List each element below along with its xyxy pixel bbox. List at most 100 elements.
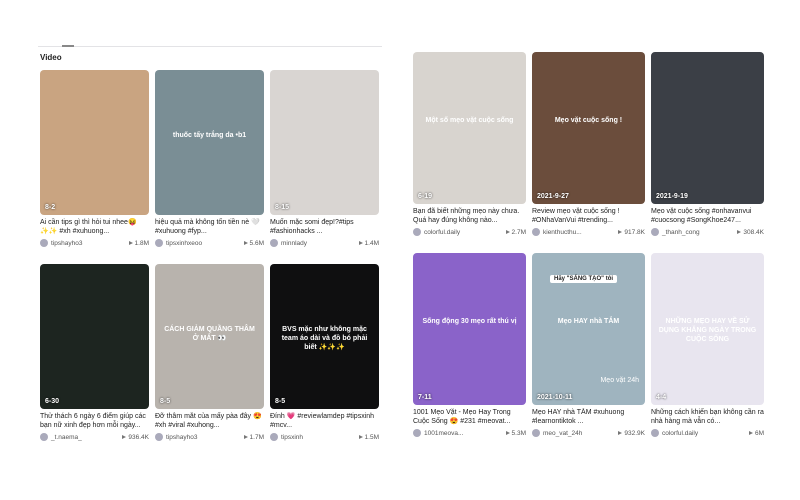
video-thumbnail[interactable]: Mẹo vặt cuộc sống ! 2021-9-27 (532, 52, 645, 204)
avatar[interactable] (651, 429, 659, 437)
video-meta: tipshayho3 1.7M (155, 433, 264, 441)
video-card[interactable]: Mẹo HAY nhà TẮM Hãy "SÁNG TẠO" tôi Mẹo vặt… (532, 253, 645, 449)
thumbnail-text: Một số mẹo vặt cuộc sống (425, 116, 514, 124)
video-thumbnail[interactable]: CÁCH GIẢM QUẦNG THÂM Ở MẮT 👀 8-5 (155, 264, 264, 409)
view-count-value: 1.8M (134, 239, 149, 247)
video-meta: colorful.daily 6M (651, 429, 764, 437)
video-date-label: 8-5 (160, 398, 171, 405)
username[interactable]: tipshayho3 (166, 434, 197, 441)
author[interactable]: tipshayho3 (40, 239, 82, 247)
username[interactable]: tipsxinh (281, 434, 303, 441)
video-caption[interactable]: Ai cần tips gì thì hỏi tui nhee😝 ✨✨ #xh … (40, 218, 149, 236)
username[interactable]: _t.naema_ (51, 434, 82, 441)
avatar[interactable] (532, 228, 540, 236)
video-card[interactable]: CÁCH GIẢM QUẦNG THÂM Ở MẮT 👀 8-5 Đỡ thâm m… (155, 264, 264, 452)
thumbnail-text: thuốc tẩy trắng da •b1 (172, 131, 247, 139)
video-grid: 8-2 Ai cần tips gì thì hỏi tui nhee😝 ✨✨ #… (40, 70, 379, 452)
author[interactable]: meo_vat_24h (532, 429, 582, 437)
video-meta: 1001meova... 5.3M (413, 429, 526, 437)
play-icon (505, 431, 510, 435)
thumbnail-text: Mẹo vặt cuộc sống ! (554, 116, 623, 124)
thumbnail-text: NHỮNG MẸO HAY VỀ SỬ DỤNG KHĂNG NGÀY TRON… (658, 317, 757, 344)
video-thumbnail[interactable]: 8-2 (40, 70, 149, 215)
author[interactable]: kienthucthu... (532, 228, 582, 236)
view-count-value: 936.4K (128, 433, 149, 441)
video-date-label: 2021-9-27 (537, 193, 569, 200)
avatar[interactable] (532, 429, 540, 437)
author[interactable]: tipshayho3 (155, 433, 197, 441)
play-icon (358, 435, 363, 439)
video-card[interactable]: 8-15 Muốn mặc somi đẹp!?#tips #fashionhac… (270, 70, 379, 258)
video-card[interactable]: 2021-9-19 Mẹo vặt cuộc sống #onhavanvui #… (651, 52, 764, 248)
view-count: 917.8K (618, 229, 645, 236)
tab-divider (38, 46, 382, 47)
video-card[interactable]: NHỮNG MẸO HAY VỀ SỬ DỤNG KHĂNG NGÀY TRON… (651, 253, 764, 449)
avatar[interactable] (413, 228, 421, 236)
video-thumbnail[interactable]: 2021-9-19 (651, 52, 764, 204)
video-caption[interactable]: Mẹo HAY nhà TẮM #xuhuong #learnontiktok … (532, 408, 645, 426)
video-thumbnail[interactable]: Mẹo HAY nhà TẮM Hãy "SÁNG TẠO" tôi Mẹo vặt… (532, 253, 645, 405)
avatar[interactable] (651, 228, 659, 236)
video-card[interactable]: thuốc tẩy trắng da •b1 hiệu quả mà không … (155, 70, 264, 258)
author[interactable]: tipsxinhxeoo (155, 239, 202, 247)
video-date-label: 6-19 (418, 193, 433, 200)
avatar[interactable] (40, 433, 48, 441)
view-count: 6M (748, 430, 764, 437)
username[interactable]: meo_vat_24h (543, 430, 582, 437)
username[interactable]: tipshayho3 (51, 240, 82, 247)
video-thumbnail[interactable]: 6-30 (40, 264, 149, 409)
view-count-value: 5.3M (511, 429, 526, 437)
view-count: 936.4K (122, 434, 149, 441)
video-thumbnail[interactable]: BVS mặc như không mặc team áo dài và đồ … (270, 264, 379, 409)
video-caption[interactable]: Thử thách 6 ngày 6 điểm giúp các bạn nữ … (40, 412, 149, 430)
author[interactable]: minnlady (270, 239, 307, 247)
avatar[interactable] (155, 433, 163, 441)
play-icon (748, 431, 753, 435)
video-thumbnail[interactable]: Một số mẹo vặt cuộc sống 6-19 (413, 52, 526, 204)
username[interactable]: colorful.daily (424, 229, 460, 236)
video-caption[interactable]: Muốn mặc somi đẹp!?#tips #fashionhacks .… (270, 218, 379, 236)
username[interactable]: tipsxinhxeoo (166, 240, 202, 247)
video-caption[interactable]: Những cách khiến bạn không cần ra nhà hà… (651, 408, 764, 426)
author[interactable]: colorful.daily (413, 228, 460, 236)
username[interactable]: minnlady (281, 240, 307, 247)
video-card[interactable]: Mẹo vặt cuộc sống ! 2021-9-27 Review mẹo v… (532, 52, 645, 248)
username[interactable]: _thanh_cong (662, 229, 700, 236)
video-caption[interactable]: 1001 Mẹo Vặt - Mẹo Hay Trong Cuộc Sống 😍… (413, 408, 526, 426)
author[interactable]: colorful.daily (651, 429, 698, 437)
username[interactable]: colorful.daily (662, 430, 698, 437)
video-card[interactable]: Sống động 30 mẹo rất thú vị 7-11 1001 Mẹo … (413, 253, 526, 449)
avatar[interactable] (413, 429, 421, 437)
video-card[interactable]: Một số mẹo vặt cuộc sống 6-19 Bạn đã biết … (413, 52, 526, 248)
username[interactable]: kienthucthu... (543, 229, 582, 236)
avatar[interactable] (40, 239, 48, 247)
play-icon (618, 230, 623, 234)
video-caption[interactable]: Bạn đã biết những mẹo này chưa. Quá hay … (413, 207, 526, 225)
avatar[interactable] (270, 433, 278, 441)
play-icon (243, 435, 248, 439)
video-thumbnail[interactable]: 8-15 (270, 70, 379, 215)
video-card[interactable]: BVS mặc như không mặc team áo dài và đồ … (270, 264, 379, 452)
play-icon (128, 241, 133, 245)
video-meta: _t.naema_ 936.4K (40, 433, 149, 441)
view-count: 2.7M (505, 229, 526, 236)
author[interactable]: _t.naema_ (40, 433, 82, 441)
video-caption[interactable]: Mẹo vặt cuộc sống #onhavanvui #cuocsong … (651, 207, 764, 225)
video-card[interactable]: 6-30 Thử thách 6 ngày 6 điểm giúp các bạn… (40, 264, 149, 452)
video-caption[interactable]: hiệu quả mà không tốn tiền nè 🤍 #xuhuong… (155, 218, 264, 236)
thumbnail-text: BVS mặc như không mặc team áo dài và đồ … (281, 325, 368, 352)
video-caption[interactable]: Đính 💗 #reviewlamdep #tipsxinh #mcv... (270, 412, 379, 430)
video-thumbnail[interactable]: Sống động 30 mẹo rất thú vị 7-11 (413, 253, 526, 405)
avatar[interactable] (155, 239, 163, 247)
video-thumbnail[interactable]: NHỮNG MẸO HAY VỀ SỬ DỤNG KHĂNG NGÀY TRON… (651, 253, 764, 405)
username[interactable]: 1001meova... (424, 430, 463, 437)
video-caption[interactable]: Đỡ thâm mắt của mấy pàa đây 😍 #xh #viral… (155, 412, 264, 430)
video-meta: _thanh_cong 308.4K (651, 228, 764, 236)
video-caption[interactable]: Review mẹo vặt cuộc sống ! #ONhaVanVui #… (532, 207, 645, 225)
video-thumbnail[interactable]: thuốc tẩy trắng da •b1 (155, 70, 264, 215)
author[interactable]: 1001meova... (413, 429, 463, 437)
author[interactable]: tipsxinh (270, 433, 303, 441)
avatar[interactable] (270, 239, 278, 247)
video-card[interactable]: 8-2 Ai cần tips gì thì hỏi tui nhee😝 ✨✨ #… (40, 70, 149, 258)
author[interactable]: _thanh_cong (651, 228, 700, 236)
